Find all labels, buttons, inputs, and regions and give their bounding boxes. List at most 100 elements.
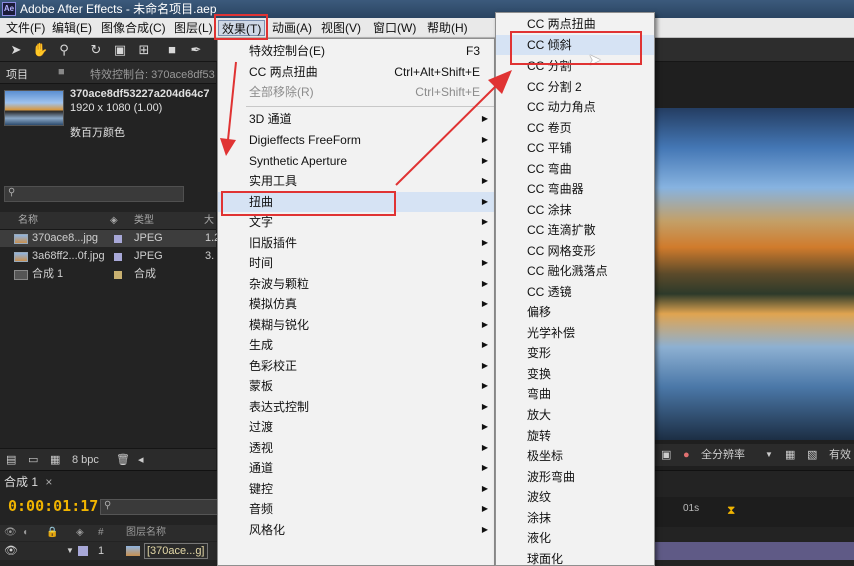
project-search-input[interactable]: ⚲: [4, 186, 184, 202]
submenu-item[interactable]: 球面化: [496, 549, 654, 566]
label-color-swatch[interactable]: [114, 253, 122, 261]
trash-icon[interactable]: 🗑: [116, 449, 130, 471]
submenu-item[interactable]: 偏移: [496, 302, 654, 322]
menu-item-channel[interactable]: 通道 ▶: [218, 458, 494, 478]
submenu-item[interactable]: CC 融化溅落点: [496, 261, 654, 281]
color-channels-icon[interactable]: ●: [683, 444, 690, 466]
menu-item-blur-sharpen[interactable]: 模糊与锐化 ▶: [218, 315, 494, 335]
column-name[interactable]: 名称: [18, 212, 38, 230]
menu-item-cc-bend-it[interactable]: CC 两点扭曲 Ctrl+Alt+Shift+E: [218, 62, 494, 82]
pan-behind-tool-icon[interactable]: ⊞: [136, 42, 152, 58]
menu-item-time[interactable]: 时间 ▶: [218, 253, 494, 273]
submenu-item[interactable]: CC 弯曲器: [496, 179, 654, 199]
submenu-item[interactable]: CC 动力角点: [496, 97, 654, 117]
menu-edit[interactable]: 编辑(E): [49, 20, 95, 36]
menu-layer[interactable]: 图层(L): [171, 20, 216, 36]
region-of-interest-icon[interactable]: ▦: [785, 444, 795, 466]
column-size[interactable]: 大: [204, 212, 214, 230]
camera-tool-icon[interactable]: ▣: [112, 42, 128, 58]
menu-animation[interactable]: 动画(A): [269, 20, 315, 36]
menu-window[interactable]: 窗口(W): [370, 20, 419, 36]
timeline-layer-row[interactable]: 👁 ▼ 1 [370ace...g]: [0, 542, 218, 560]
submenu-item[interactable]: 涂抹: [496, 508, 654, 528]
menu-item-effect-controls[interactable]: 特效控制台(E) F3: [218, 41, 494, 61]
selection-tool-icon[interactable]: ➤: [8, 42, 24, 58]
submenu-item[interactable]: 变形: [496, 343, 654, 363]
pen-tool-icon[interactable]: ✒: [188, 42, 204, 58]
menu-item-freeform[interactable]: Digieffects FreeForm ▶: [218, 130, 494, 150]
submenu-item[interactable]: 波纹: [496, 487, 654, 507]
color-depth-button[interactable]: 8 bpc: [72, 449, 99, 471]
current-timecode[interactable]: 0:00:01:17: [8, 497, 98, 515]
menu-help[interactable]: 帮助(H): [424, 20, 471, 36]
project-item[interactable]: 合成 1 合成: [0, 266, 216, 283]
tab-project[interactable]: 项目: [6, 66, 28, 82]
label-color-swatch[interactable]: [114, 235, 122, 243]
menu-item-obsolete[interactable]: 旧版插件 ▶: [218, 233, 494, 253]
visibility-toggle-icon[interactable]: 👁: [4, 542, 18, 560]
layer-name[interactable]: [370ace...g]: [144, 543, 208, 559]
submenu-item[interactable]: 波形弯曲: [496, 467, 654, 487]
column-layer-name[interactable]: 图层名称: [126, 525, 166, 541]
menu-item-keying[interactable]: 键控 ▶: [218, 479, 494, 499]
new-composition-icon[interactable]: ▦: [50, 449, 60, 471]
scroll-left-icon[interactable]: ◂: [138, 449, 144, 471]
menu-file[interactable]: 文件(F): [3, 20, 48, 36]
submenu-item[interactable]: CC 涂抹: [496, 200, 654, 220]
submenu-item[interactable]: CC 卷页: [496, 118, 654, 138]
close-icon[interactable]: ×: [45, 475, 52, 489]
layer-duration-bar[interactable]: [655, 542, 854, 560]
submenu-item[interactable]: 旋转: [496, 426, 654, 446]
label-tag-icon[interactable]: ◈: [110, 212, 118, 230]
tab-effect-controls[interactable]: 特效控制台: 370ace8df53: [90, 66, 215, 82]
composition-viewer[interactable]: [655, 108, 854, 440]
hand-tool-icon[interactable]: ✋: [32, 42, 48, 58]
menu-item-transition[interactable]: 过渡 ▶: [218, 417, 494, 437]
menu-item-matte[interactable]: 蒙板 ▶: [218, 376, 494, 396]
playhead-icon[interactable]: ⧗: [727, 503, 735, 518]
menu-item-3d-channel[interactable]: 3D 通道 ▶: [218, 109, 494, 129]
project-item[interactable]: 3a68ff2...0f.jpg JPEG 3.: [0, 248, 216, 265]
submenu-item[interactable]: CC 连滴扩散: [496, 220, 654, 240]
menu-view[interactable]: 视图(V): [318, 20, 364, 36]
layer-label-swatch[interactable]: [78, 546, 88, 556]
submenu-item[interactable]: 极坐标: [496, 446, 654, 466]
menu-item-perspective[interactable]: 透视 ▶: [218, 438, 494, 458]
submenu-item[interactable]: 变换: [496, 364, 654, 384]
time-ruler[interactable]: 01s ⧗: [655, 497, 854, 527]
submenu-item[interactable]: CC 分割 2: [496, 77, 654, 97]
submenu-item[interactable]: 弯曲: [496, 384, 654, 404]
label-color-swatch[interactable]: [114, 271, 122, 279]
chevron-down-icon[interactable]: ▼: [765, 444, 773, 466]
viewer-extra-label[interactable]: 有效: [829, 444, 851, 466]
menu-item-noise-grain[interactable]: 杂波与颗粒 ▶: [218, 274, 494, 294]
interpret-footage-icon[interactable]: ▤: [6, 449, 16, 471]
rotate-tool-icon[interactable]: ↻: [88, 42, 104, 58]
submenu-item[interactable]: CC 平铺: [496, 138, 654, 158]
transparency-grid-icon[interactable]: ▧: [807, 444, 817, 466]
menu-item-utility[interactable]: 实用工具 ▶: [218, 171, 494, 191]
menu-item-expression-controls[interactable]: 表达式控制 ▶: [218, 397, 494, 417]
submenu-item[interactable]: 液化: [496, 528, 654, 548]
new-folder-icon[interactable]: ▭: [28, 449, 38, 471]
menu-item-simulation[interactable]: 模拟仿真 ▶: [218, 294, 494, 314]
submenu-item[interactable]: CC 透镜: [496, 282, 654, 302]
snapshot-icon[interactable]: ▣: [661, 444, 671, 466]
column-type[interactable]: 类型: [134, 212, 154, 230]
submenu-item[interactable]: CC 网格变形: [496, 241, 654, 261]
timeline-search-input[interactable]: ⚲: [100, 499, 220, 515]
submenu-item[interactable]: 光学补偿: [496, 323, 654, 343]
menu-composition[interactable]: 图像合成(C): [98, 20, 169, 36]
menu-item-synthetic-aperture[interactable]: Synthetic Aperture ▶: [218, 151, 494, 171]
resolution-dropdown[interactable]: 全分辨率: [701, 444, 745, 466]
menu-item-generate[interactable]: 生成 ▶: [218, 335, 494, 355]
menu-item-audio[interactable]: 音频 ▶: [218, 499, 494, 519]
shape-tool-icon[interactable]: ■: [164, 42, 180, 58]
submenu-item[interactable]: CC 弯曲: [496, 159, 654, 179]
expand-layer-icon[interactable]: ▼: [66, 542, 74, 560]
zoom-tool-icon[interactable]: ⚲: [56, 42, 72, 58]
project-item[interactable]: 370ace8...jpg JPEG 1.2: [0, 230, 220, 247]
panel-menu-icon[interactable]: ■: [58, 66, 65, 78]
tab-composition[interactable]: 合成 1 ×: [4, 473, 52, 491]
menu-item-color-correction[interactable]: 色彩校正 ▶: [218, 356, 494, 376]
